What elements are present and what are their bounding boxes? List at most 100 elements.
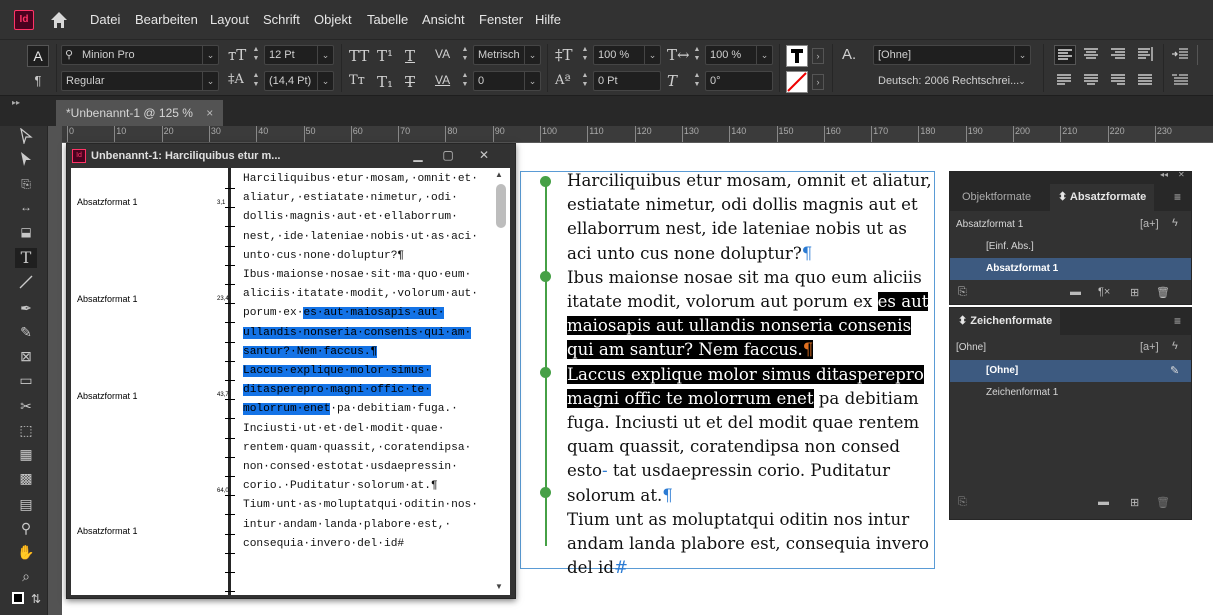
font-size-field[interactable]: 12 Pt ⌄ [264,45,334,65]
gradient-feather-tool-icon[interactable]: ▩ [15,468,37,488]
kerning-field[interactable]: Metrisch ⌄ [473,45,541,65]
create-style-icon[interactable]: [a+] [1140,218,1159,230]
strikethrough-icon[interactable]: T [405,73,415,91]
underline-icon[interactable]: T [405,47,415,65]
home-icon[interactable] [48,9,70,31]
menu-bearbeiten[interactable]: Bearbeiten [135,12,198,27]
new-group-icon[interactable]: ▬ [1098,496,1109,508]
menu-fenster[interactable]: Fenster [479,12,523,27]
eyedropper-tool-icon[interactable]: ⚲ [15,518,37,538]
type-tool-icon[interactable]: T [15,248,37,268]
text-stroke-swatch-icon[interactable] [786,71,808,93]
superscript-icon[interactable]: T¹ [377,47,393,65]
character-mode-button[interactable]: A [27,45,49,67]
load-styles-icon[interactable]: ⎘ [958,496,967,509]
vertical-scale-stepper[interactable]: ▲ ▼ [579,45,591,65]
leading-field[interactable]: (14,4 Pt) ⌄ [264,71,334,91]
font-style-select[interactable]: Regular ⌄ [61,71,219,91]
content-collector-icon[interactable]: ⬓ [15,222,37,242]
chevron-right-icon[interactable]: › [812,74,824,90]
page-tool-icon[interactable]: ⎘ [15,174,37,194]
justify-center-icon[interactable] [1081,71,1103,91]
collapse-toolbar-icon[interactable]: ▸▸ [12,98,20,107]
all-caps-icon[interactable]: TT [349,47,369,65]
pen-tool-icon[interactable]: ✒ [15,298,37,318]
paragraph-mode-button[interactable]: ¶ [27,70,49,92]
baseline-shift-stepper[interactable]: ▲ ▼ [579,71,591,91]
story-editor-window[interactable]: Id Unbenannt-1: Harciliquibus etur m... … [66,143,516,599]
character-style-item[interactable]: Zeichenformat 1 [950,382,1191,404]
justify-all-icon[interactable] [1135,71,1157,91]
character-style-item-selected[interactable]: [Ohne] [950,360,1191,382]
lightning-icon[interactable]: ϟ [1172,217,1178,229]
hand-tool-icon[interactable]: ✋ [15,542,37,562]
tab-document[interactable]: *Unbenannt-1 @ 125 % × [56,100,224,126]
left-indent-icon[interactable] [1170,45,1192,65]
horizontal-scale-field[interactable]: 100 % ⌄ [705,45,773,65]
skew-field[interactable]: 0° [705,71,773,91]
close-icon[interactable]: ✕ [473,146,495,164]
menu-objekt[interactable]: Objekt [314,12,352,27]
gradient-tool-icon[interactable]: ▦ [15,444,37,464]
story-editor-body[interactable]: Absatzformat 1 3,1 Absatzformat 1 23,4 A… [71,168,497,595]
tab-object-styles[interactable]: Objektformate [954,184,1039,211]
trash-icon[interactable]: 🗑 [1156,286,1170,299]
swap-colors-icon[interactable]: ⇅ [31,592,41,606]
minimize-icon[interactable]: ▁ [407,146,429,164]
panel-menu-icon[interactable]: ≡ [1174,314,1181,328]
load-styles-icon[interactable]: ⎘ [958,286,967,299]
trash-icon[interactable]: 🗑 [1156,496,1170,509]
zoom-tool-icon[interactable]: ⌕ [15,566,37,586]
chevron-right-icon[interactable]: › [812,48,824,64]
tracking-stepper[interactable]: ▲ ▼ [459,71,471,91]
gap-tool-icon[interactable]: ↔ [15,197,37,217]
scissors-tool-icon[interactable]: ✂ [15,396,37,416]
menu-schrift[interactable]: Schrift [263,12,300,27]
new-group-icon[interactable]: ▬ [1070,286,1081,298]
pencil-tool-icon[interactable]: ✎ [15,322,37,342]
first-line-indent-icon[interactable] [1170,71,1192,91]
page-text-content[interactable]: Harciliquibus etur mosam, omnit et aliat… [567,169,935,580]
tab-paragraph-styles[interactable]: ⬍ Absatzformate [1050,184,1155,211]
new-style-icon[interactable]: ⊞ [1130,496,1139,509]
fill-stroke-swatch-icon[interactable] [12,592,24,604]
maximize-icon[interactable]: ▢ [437,146,459,164]
justify-right-icon[interactable] [1108,71,1130,91]
horizontal-scale-stepper[interactable]: ▲ ▼ [691,45,703,65]
menu-hilfe[interactable]: Hilfe [535,12,561,27]
tab-character-styles[interactable]: ⬍ Zeichenformate [950,308,1061,335]
direct-selection-tool-icon[interactable] [15,151,37,171]
paragraph-style-item-selected[interactable]: Absatzformat 1 [950,258,1191,280]
baseline-shift-field[interactable]: 0 Pt [593,71,661,91]
font-size-stepper[interactable]: ▲ ▼ [250,45,262,65]
align-center-icon[interactable] [1081,45,1103,65]
justify-left-icon[interactable] [1054,71,1076,91]
lightning-icon[interactable]: ϟ [1172,340,1178,352]
kerning-stepper[interactable]: ▲ ▼ [459,45,471,65]
language-select[interactable]: Deutsch: 2006 Rechtschrei... ⌄ [873,71,1031,91]
close-icon[interactable]: ✕ [1178,170,1185,179]
line-tool-icon[interactable] [15,274,37,294]
align-left-icon[interactable] [1054,45,1076,65]
paragraph-style-item[interactable]: [Einf. Abs.] [950,236,1191,258]
small-caps-icon[interactable]: Tт [349,73,365,88]
scroll-up-icon[interactable]: ▲ [495,170,506,179]
story-text[interactable]: Harciliquibus·etur·mosam,·omnit·et· alia… [243,168,495,554]
panel-menu-icon[interactable]: ≡ [1174,190,1181,204]
menu-tabelle[interactable]: Tabelle [367,12,408,27]
scroll-thumb[interactable] [496,184,506,228]
menu-layout[interactable]: Layout [210,12,249,27]
menu-ansicht[interactable]: Ansicht [422,12,465,27]
character-style-select[interactable]: [Ohne] ⌄ [873,45,1031,65]
story-scrollbar[interactable]: ▲ ▼ [493,168,510,595]
rectangle-tool-icon[interactable]: ▭ [15,370,37,390]
align-right-icon[interactable] [1108,45,1130,65]
scroll-down-icon[interactable]: ▼ [495,582,506,591]
leading-stepper[interactable]: ▲ ▼ [250,71,262,91]
note-tool-icon[interactable]: ▤ [15,494,37,514]
text-fill-swatch-icon[interactable] [786,45,808,67]
font-family-select[interactable]: ⚲ Minion Pro ⌄ [61,45,219,65]
create-style-icon[interactable]: [a+] [1140,341,1159,353]
tracking-field[interactable]: 0 ⌄ [473,71,541,91]
menu-datei[interactable]: Datei [90,12,120,27]
